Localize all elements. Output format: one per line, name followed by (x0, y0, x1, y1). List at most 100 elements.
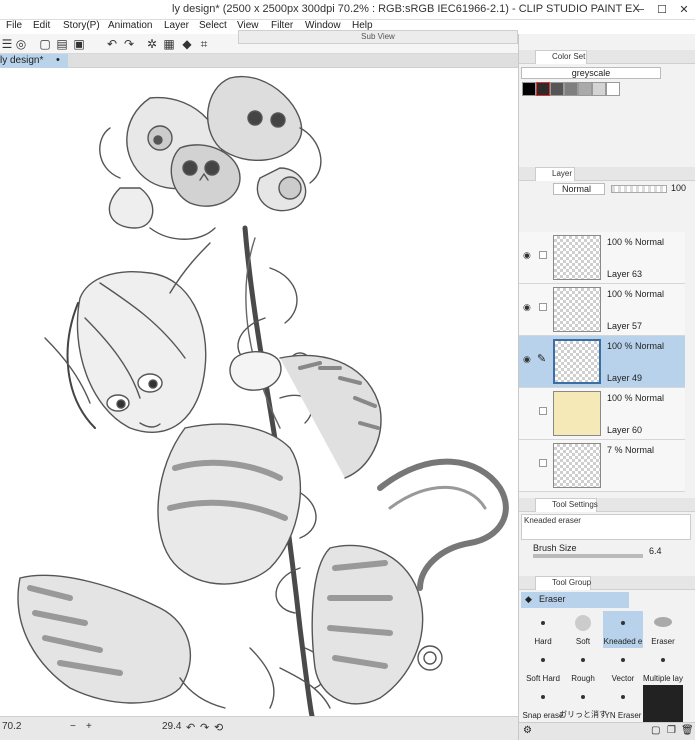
blend-mode-select[interactable]: Normal (553, 183, 605, 195)
brush-hard[interactable]: Hard (523, 611, 563, 648)
undo-icon[interactable]: ↶ (105, 37, 119, 51)
tool-group-footer: ⚙ ▢ ❐ 🗑 (519, 722, 695, 740)
document-tab[interactable]: ly design* • (0, 54, 68, 68)
layer-thumbnail (553, 235, 601, 280)
layer-name: Layer 60 (607, 425, 643, 435)
new-file-icon[interactable]: ▢ (38, 37, 52, 51)
clear-icon[interactable]: ✲ (145, 37, 159, 51)
brush-multiple-layers[interactable]: Multiple lay (643, 648, 683, 685)
zoom-in-button[interactable]: + (86, 721, 92, 732)
clear-outside-icon[interactable]: ▦ (162, 37, 176, 51)
brush-vector[interactable]: Vector (603, 648, 643, 685)
tab-layer[interactable]: Layer (535, 167, 575, 181)
transform-icon[interactable]: ⌗ (197, 37, 211, 51)
menu-layer[interactable]: Layer (164, 20, 189, 31)
brush-kneaded-eraser[interactable]: Kneaded e (603, 611, 643, 648)
window-title: ly design* (2500 x 2500px 300dpi 70.2% :… (172, 3, 640, 15)
document-tab-label: ly design* (0, 55, 44, 66)
tab-color-set[interactable]: Color Set (535, 50, 587, 64)
layer-row[interactable]: ◉ 100 % Normal Layer 57 (519, 284, 685, 336)
fill-icon[interactable]: ◆ (180, 37, 194, 51)
close-button[interactable]: ✕ (673, 0, 695, 20)
layer-lock-checkbox[interactable] (539, 407, 547, 415)
layer-row[interactable]: 7 % Normal (519, 440, 685, 492)
unsaved-dot: • (56, 54, 60, 66)
copy-preset-icon[interactable]: ❐ (667, 725, 676, 736)
brush-snap-erase[interactable]: Snap erase (523, 685, 563, 722)
minimize-button[interactable]: ─ (629, 0, 651, 20)
swatch-grey-2[interactable] (564, 82, 578, 96)
menu-select[interactable]: Select (199, 20, 227, 31)
layer-thumbnail (553, 391, 601, 436)
layer-lock-checkbox[interactable] (539, 251, 547, 259)
layer-tab-label: Layer (552, 169, 573, 178)
brush-size-value[interactable]: 6.4 (649, 546, 662, 556)
sub-view-header[interactable]: Sub View (238, 30, 518, 44)
clip-studio-icon[interactable]: ◎ (14, 37, 28, 51)
blend-mode-value: Normal (562, 184, 592, 194)
settings-icon[interactable]: ⚙ (523, 725, 532, 736)
brush-size-slider[interactable] (533, 554, 643, 558)
swatch-white[interactable] (606, 82, 620, 96)
redo-icon[interactable]: ↷ (122, 37, 136, 51)
zoom-out-button[interactable]: − (70, 721, 76, 732)
opacity-slider[interactable] (611, 185, 667, 193)
color-set-preset-value: greyscale (571, 68, 611, 78)
eraser-icon: ◆ (525, 594, 532, 604)
brush-soft-hard[interactable]: Soft Hard (523, 648, 563, 685)
tool-name: Kneaded eraser (524, 516, 581, 525)
right-panel: Color Set greyscale Layer Normal 100 ◉ 1… (518, 34, 695, 740)
tab-strip (68, 54, 520, 68)
layer-name: Layer 63 (607, 269, 643, 279)
active-tool-eraser[interactable]: ◆ Eraser (521, 592, 629, 608)
layer-row[interactable]: ◉ 100 % Normal Layer 63 (519, 232, 685, 284)
color-set-header: Color Set (519, 50, 695, 64)
swatch-grey-1[interactable] (550, 82, 564, 96)
brush-soft[interactable]: Soft (563, 611, 603, 648)
swatch-grey-4[interactable] (592, 82, 606, 96)
canvas[interactable] (0, 68, 518, 716)
layer-panel-header: Layer (519, 167, 695, 181)
brush-japanese-pencil-eraser[interactable]: ガリっと消す鉛筆用消 (559, 685, 607, 722)
maximize-button[interactable]: ☐ (651, 0, 673, 20)
menu-edit[interactable]: Edit (33, 20, 50, 31)
eye-icon[interactable]: ◉ (523, 302, 533, 312)
opacity-value[interactable]: 100 (671, 183, 686, 193)
rotation-readout[interactable]: 29.4 (162, 721, 181, 732)
eye-icon[interactable]: ◉ (523, 354, 533, 364)
open-folder-icon[interactable]: ▤ (55, 37, 69, 51)
menu-animation[interactable]: Animation (108, 20, 152, 31)
brush-yn-eraser[interactable]: YN Eraser (603, 685, 643, 722)
layer-lock-checkbox[interactable] (539, 303, 547, 311)
swatch-grey-3[interactable] (578, 82, 592, 96)
tool-group-header: Tool Group (519, 576, 695, 590)
layer-row-selected[interactable]: ◉ ✎ 100 % Normal Layer 49 (519, 336, 685, 388)
eye-icon[interactable]: ◉ (523, 250, 533, 260)
tab-tool-settings[interactable]: Tool Settings (535, 498, 598, 512)
menu-story[interactable]: Story(P) (63, 20, 100, 31)
rotate-right-icon[interactable]: ↷ (200, 721, 209, 734)
layer-row[interactable]: 100 % Normal Layer 60 (519, 388, 685, 440)
color-set-preset-select[interactable]: greyscale (521, 67, 661, 79)
brush-eraser[interactable]: Eraser (643, 611, 683, 648)
artwork-sketch (17, 75, 509, 716)
layer-list: ◉ 100 % Normal Layer 63 ◉ 100 % Normal L… (519, 232, 685, 494)
pen-icon: ✎ (537, 353, 547, 365)
tab-tool-group[interactable]: Tool Group (535, 576, 591, 590)
menu-file[interactable]: File (6, 20, 22, 31)
zoom-readout[interactable]: 70.2 (2, 721, 21, 732)
delete-preset-icon[interactable]: 🗑 (681, 725, 694, 736)
layer-lock-checkbox[interactable] (539, 459, 547, 467)
reset-rotation-icon[interactable]: ⟲ (214, 721, 223, 734)
swatch-dark-grey[interactable] (536, 82, 550, 96)
sub-view-title: Sub View (361, 32, 395, 41)
new-preset-icon[interactable]: ▢ (651, 725, 660, 736)
brush-rough[interactable]: Rough (563, 648, 603, 685)
tool-settings-header: Tool Settings (519, 498, 695, 512)
menu-icon[interactable]: ☰ (0, 37, 14, 51)
rotate-left-icon[interactable]: ↶ (186, 721, 195, 734)
swatch-black[interactable] (522, 82, 536, 96)
brush-size-label: Brush Size (533, 543, 577, 553)
save-icon[interactable]: ▣ (72, 37, 86, 51)
brush-dark-preset[interactable] (643, 685, 683, 722)
